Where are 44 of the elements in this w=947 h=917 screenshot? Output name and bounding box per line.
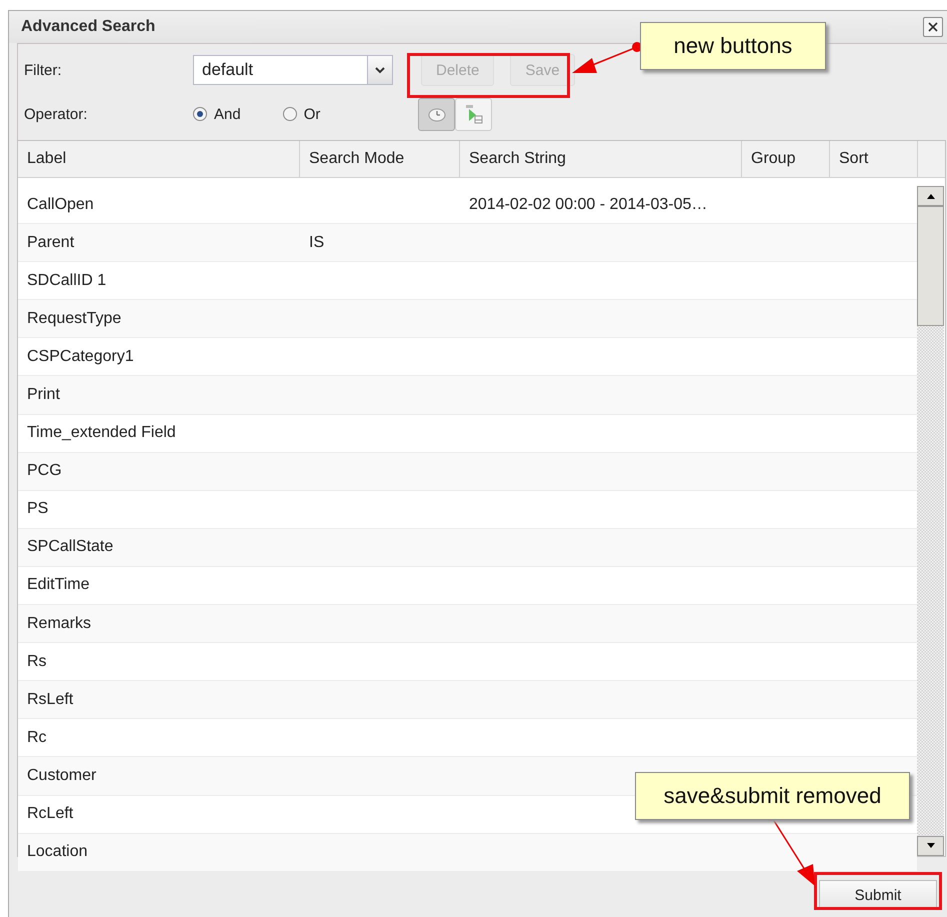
table-cell-text: CSPCategory1 [26,348,135,366]
operator-label: Operator: [23,106,88,122]
table-cell-text: CallOpen [26,196,95,214]
scroll-down-icon [926,843,936,849]
column-header[interactable]: Group [742,141,830,177]
column-header[interactable]: Search String [460,141,742,177]
table-cell: 2014-02-02 00:00 - 2014-03-05… [469,196,708,213]
callout-arrow [572,42,642,73]
column-header[interactable]: Sort [830,141,918,177]
table-cell-text: Time_extended Field [26,424,177,442]
table-cell-text: Rs [26,652,48,671]
callout-note: new buttons [640,22,826,70]
table-cell-text: SDCallID 1 [26,272,108,290]
column-header[interactable]: Search Mode [300,141,460,177]
close-button[interactable] [923,17,943,37]
scroll-up-icon [926,193,936,199]
table-cell-text: Print [26,386,61,404]
table-cell-text: EditTime [26,576,91,594]
submit-button[interactable]: Submit [819,880,937,910]
table-cell-text: PCG [26,462,63,480]
table-cell: IS [309,234,324,251]
filter-label: Filter: [23,62,62,78]
table-cell-text: SPCallState [26,538,114,556]
table-cell-text: Location [26,843,88,862]
table-cell-text: Customer [26,766,98,785]
table-cell-text: RequestType [26,310,122,328]
flow-icon [464,104,484,124]
scrollbar-thumb[interactable] [917,206,944,326]
table-cell-text: RcLeft [26,805,74,824]
scrollbar[interactable] [917,186,944,856]
table-cell-text: RsLeft [26,690,74,709]
window-title: Advanced Search [21,18,156,36]
operator-radio[interactable]: And [193,106,241,122]
close-icon [927,21,939,33]
filter-dropdown[interactable]: default [193,55,393,85]
table-cell-text: Rc [26,728,48,747]
callout-note: save&submit removed [635,772,910,820]
table-cell-text: PS [26,500,50,518]
table-cell-text: Remarks [26,614,92,633]
operator-radio[interactable]: Or [282,106,320,122]
table-cell-text: Parent [26,234,76,252]
flow-button[interactable] [455,98,492,130]
column-header[interactable]: Label [18,141,300,177]
clock-button[interactable] [418,98,455,130]
